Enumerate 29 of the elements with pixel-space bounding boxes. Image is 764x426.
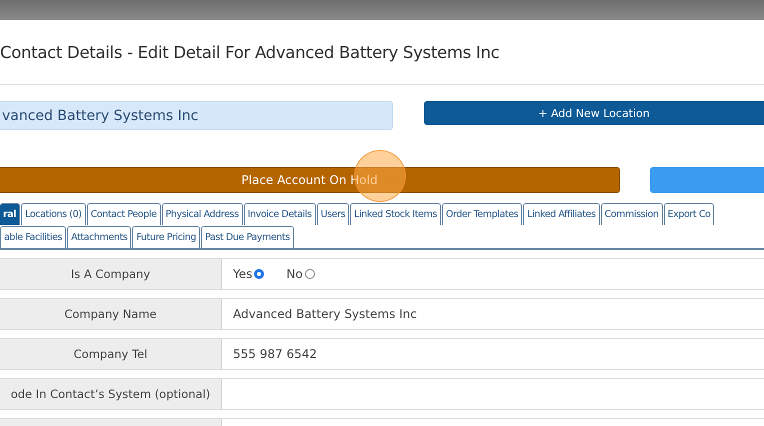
field-label-cell: Is A Company <box>0 259 222 289</box>
add-location-button[interactable]: + Add New Location <box>424 101 764 125</box>
tab[interactable]: able Facilities <box>0 226 66 248</box>
radio-label: Yes <box>233 267 252 281</box>
tab[interactable]: Past Due Payments <box>201 226 294 248</box>
tab[interactable]: Locations (0) <box>21 203 86 225</box>
field-label-cell: Company Tel <box>0 339 222 369</box>
field-label-cell: Company Name <box>0 299 222 329</box>
tab[interactable]: ral <box>0 203 20 225</box>
radio-button[interactable] <box>254 269 264 279</box>
place-on-hold-button[interactable]: Place Account On Hold <box>0 167 620 193</box>
tab[interactable]: Physical Address <box>162 203 243 225</box>
company-name-field[interactable]: vanced Battery Systems Inc <box>0 101 393 130</box>
tab[interactable]: Future Pricing <box>132 226 200 248</box>
field-value: 555 987 6542 <box>233 347 317 361</box>
tab[interactable]: Contact People <box>86 203 161 225</box>
field-value: Advanced Battery Systems Inc <box>233 307 417 321</box>
tab[interactable]: Invoice Details <box>244 203 316 225</box>
tab[interactable]: Commission <box>600 203 662 225</box>
tab[interactable]: Export Co <box>664 203 714 225</box>
radio-label: No <box>286 267 303 281</box>
tab[interactable]: Linked Affiliates <box>523 203 600 225</box>
field-label-cell: ode In Contact’s System (optional) <box>0 379 222 409</box>
dialog-title: Contact Details - Edit Detail For Advanced Battery Systems Inc <box>0 42 500 62</box>
tab[interactable]: Order Templates <box>442 203 522 225</box>
tab[interactable]: Linked Stock Items <box>350 203 441 225</box>
radio-button[interactable] <box>304 269 315 279</box>
tab[interactable]: Attachments <box>67 226 132 248</box>
tab[interactable]: Users <box>316 203 350 225</box>
